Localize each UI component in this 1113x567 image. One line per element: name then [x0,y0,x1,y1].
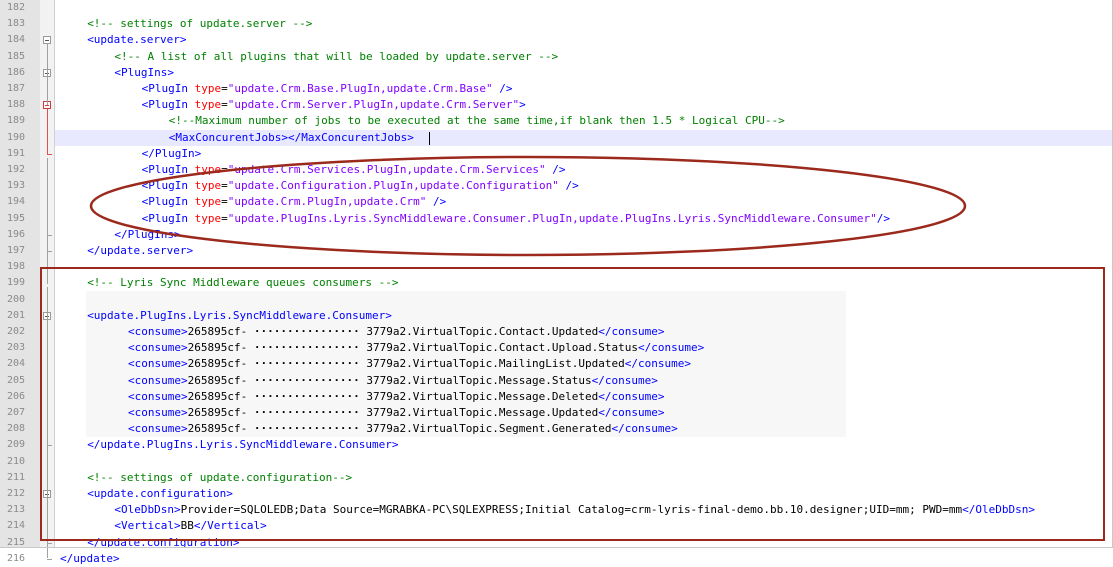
code-editor[interactable]: 182 183 184 185 186 187 188 189 190 191 192 193 194 1… [0,0,1113,565]
code-line[interactable]: </update> [60,551,120,567]
fold-end-tick [47,559,52,560]
rectangle-annotation [40,267,1105,541]
ellipse-highlight [89,155,967,257]
line-number: 216 [6,553,25,564]
tag-token: </update> [60,552,120,565]
